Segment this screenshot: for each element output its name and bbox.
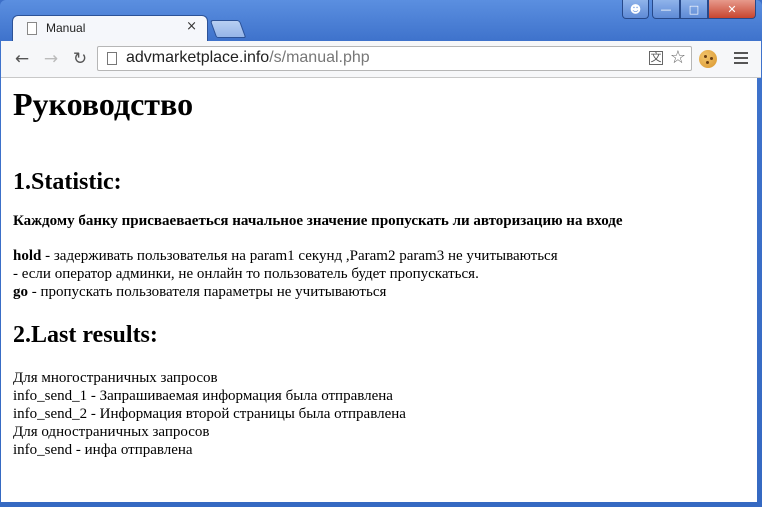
hold-keyword: hold — [13, 248, 42, 264]
tab-close-button[interactable]: × — [186, 19, 197, 34]
window-caption-buttons: ☻ — □ ✕ — [622, 0, 756, 19]
page-content: Руководство 1.Statistic: Каждому банку п… — [1, 78, 757, 502]
chrome-menu-icon[interactable] — [734, 52, 748, 67]
reload-icon: ↻ — [72, 49, 88, 69]
section-statistic-title: 1.Statistic: — [13, 169, 122, 195]
back-button[interactable]: ← — [12, 49, 32, 69]
address-bar[interactable]: advmarketplace.info/s/manual.php 文 ☆ — [97, 46, 692, 71]
cookie-extension-icon[interactable] — [699, 50, 717, 68]
result-line: Для многостраничных запросов — [13, 370, 218, 386]
close-window-button[interactable]: ✕ — [708, 0, 756, 19]
go-keyword: go — [13, 284, 28, 300]
reload-button[interactable]: ↻ — [70, 49, 90, 69]
translate-icon[interactable]: 文 — [649, 51, 663, 65]
browser-toolbar: ← → ↻ advmarketplace.info/s/manual.php 文… — [1, 41, 761, 78]
forward-button[interactable]: → — [41, 49, 61, 69]
back-arrow-icon: ← — [14, 49, 30, 69]
section-statistic-intro: Каждому банку присваеваеться начальное з… — [13, 213, 623, 229]
tab-manual[interactable]: Manual × — [12, 15, 208, 42]
tab-title: Manual — [46, 21, 86, 35]
result-line: info_send - инфа отправлена — [13, 442, 193, 458]
result-line: info_send_2 - Информация второй страницы… — [13, 406, 406, 422]
minimize-button[interactable]: — — [652, 0, 680, 19]
page-info-icon — [107, 52, 117, 65]
admin-line: - если оператор админки, не онлайн то по… — [13, 266, 479, 282]
page-title: Руководство — [13, 86, 194, 122]
go-description: - пропускать пользователя параметры не у… — [28, 284, 387, 300]
url-text: advmarketplace.info/s/manual.php — [126, 49, 370, 67]
maximize-icon: □ — [688, 2, 700, 16]
statistic-description: hold - задерживать пользователья на para… — [13, 247, 745, 301]
last-results-list: Для многостраничных запросов info_send_1… — [13, 369, 745, 459]
maximize-button[interactable]: □ — [680, 0, 708, 19]
bookmark-star-icon[interactable]: ☆ — [670, 47, 686, 68]
page-icon — [27, 22, 37, 35]
minimize-icon: — — [660, 2, 672, 16]
close-icon: ✕ — [727, 2, 737, 16]
hold-description: - задерживать пользователья на param1 се… — [41, 248, 558, 264]
browser-window: ☻ — □ ✕ Manual × ← → ↻ advmarketplace.in… — [0, 0, 762, 507]
user-profile-button[interactable]: ☻ — [622, 0, 649, 19]
url-path: /s/manual.php — [269, 49, 370, 66]
url-host: advmarketplace.info — [126, 49, 270, 66]
new-tab-button[interactable] — [209, 20, 247, 38]
user-icon: ☻ — [629, 2, 642, 16]
go-line: go - пропускать пользователя параметры н… — [13, 283, 745, 301]
hold-line: hold - задерживать пользователья на para… — [13, 247, 745, 265]
result-line: info_send_1 - Запрашиваемая информация б… — [13, 388, 393, 404]
forward-arrow-icon: → — [43, 49, 59, 69]
result-line: Для одностраничных запросов — [13, 424, 210, 440]
section-last-results-title: 2.Last results: — [13, 322, 158, 348]
